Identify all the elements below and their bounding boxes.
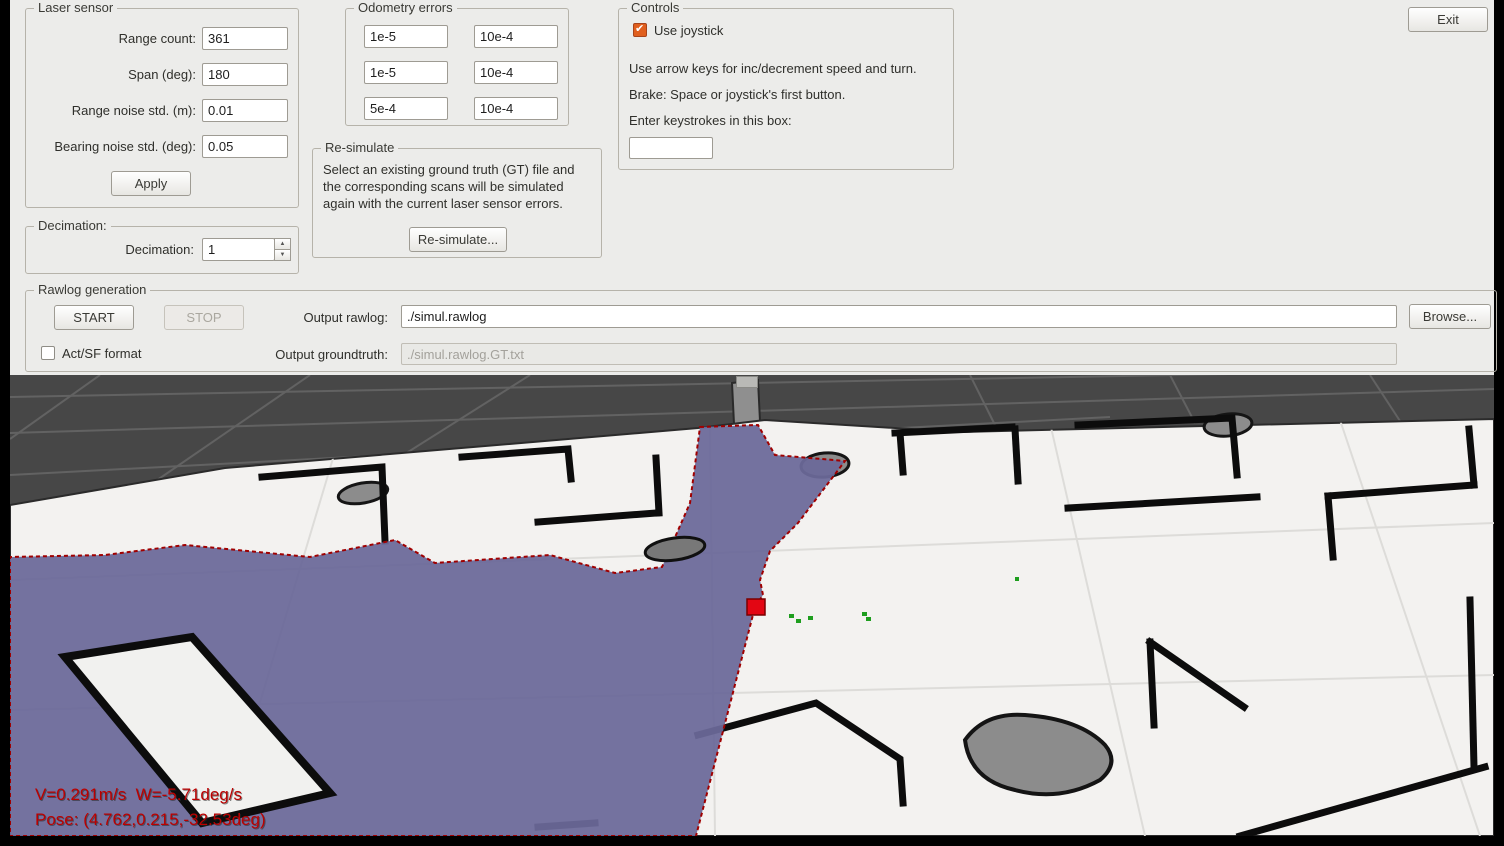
- hud-velocity-text: V=0.291m/s W=-5.71deg/s: [35, 785, 242, 805]
- range-noise-input[interactable]: [202, 99, 288, 122]
- decimation-label: Decimation:: [34, 242, 194, 257]
- range-noise-label: Range noise std. (m):: [31, 103, 196, 118]
- exit-button[interactable]: Exit: [1408, 7, 1488, 32]
- actsf-checkbox[interactable]: [41, 346, 55, 360]
- decimation-group: Decimation: Decimation: ▲ ▼: [25, 226, 299, 274]
- odometry-input-3[interactable]: [364, 61, 448, 84]
- simulation-3d-viewport[interactable]: V=0.291m/s W=-5.71deg/s Pose: (4.762,0.2…: [10, 375, 1494, 836]
- odometry-input-5[interactable]: [364, 97, 448, 120]
- output-rawlog-input[interactable]: [401, 305, 1397, 328]
- decimation-spinner[interactable]: ▲ ▼: [202, 238, 291, 261]
- output-rawlog-label: Output rawlog:: [226, 310, 388, 325]
- gridmap-3d-scene: [10, 375, 1494, 836]
- viewport-scroll-handle[interactable]: [736, 376, 758, 388]
- decimation-input[interactable]: [202, 238, 275, 261]
- controls-line2: Brake: Space or joystick's first button.: [629, 87, 845, 102]
- actsf-label: Act/SF format: [62, 346, 141, 361]
- odometry-input-1[interactable]: [364, 25, 448, 48]
- laser-sensor-group: Laser sensor Range count: Span (deg): Ra…: [25, 8, 299, 208]
- output-groundtruth-input[interactable]: [401, 343, 1397, 365]
- start-button[interactable]: START: [54, 305, 134, 330]
- gridmap-simulator-app: { "colors":{"panel_bg":"#ececea","accent…: [0, 0, 1504, 846]
- odometry-input-6[interactable]: [474, 97, 558, 120]
- bearing-noise-input[interactable]: [202, 135, 288, 158]
- range-count-label: Range count:: [31, 31, 196, 46]
- output-groundtruth-label: Output groundtruth:: [226, 347, 388, 362]
- decimation-spin-down[interactable]: ▼: [274, 249, 291, 261]
- span-label: Span (deg):: [31, 67, 196, 82]
- laser-sensor-legend: Laser sensor: [34, 0, 117, 15]
- rawlog-generation-legend: Rawlog generation: [34, 282, 150, 297]
- keystroke-input[interactable]: [629, 137, 713, 159]
- control-panel: Laser sensor Range count: Span (deg): Ra…: [10, 0, 1494, 375]
- odometry-errors-legend: Odometry errors: [354, 0, 457, 15]
- bearing-noise-label: Bearing noise std. (deg):: [31, 139, 196, 154]
- odometry-errors-group: Odometry errors: [345, 8, 569, 126]
- robot-marker: [747, 599, 765, 615]
- use-joystick-label: Use joystick: [654, 23, 723, 38]
- controls-line1: Use arrow keys for inc/decrement speed a…: [629, 61, 917, 76]
- rawlog-generation-group: Rawlog generation START STOP Output rawl…: [25, 290, 1497, 372]
- controls-group: Controls Use joystick Use arrow keys for…: [618, 8, 954, 170]
- controls-legend: Controls: [627, 0, 683, 15]
- hud-pose-text: Pose: (4.762,0.215,-32.53deg): [35, 810, 266, 830]
- apply-button[interactable]: Apply: [111, 171, 191, 196]
- browse-button[interactable]: Browse...: [1409, 304, 1491, 329]
- resimulate-description: Select an existing ground truth (GT) fil…: [323, 161, 591, 212]
- odometry-input-4[interactable]: [474, 61, 558, 84]
- range-count-input[interactable]: [202, 27, 288, 50]
- odometry-input-2[interactable]: [474, 25, 558, 48]
- resimulate-group: Re-simulate Select an existing ground tr…: [312, 148, 602, 258]
- span-input[interactable]: [202, 63, 288, 86]
- decimation-legend: Decimation:: [34, 218, 111, 233]
- use-joystick-checkbox[interactable]: [633, 23, 647, 37]
- resimulate-button[interactable]: Re-simulate...: [409, 227, 507, 252]
- controls-line3: Enter keystrokes in this box:: [629, 113, 792, 128]
- resimulate-legend: Re-simulate: [321, 140, 398, 155]
